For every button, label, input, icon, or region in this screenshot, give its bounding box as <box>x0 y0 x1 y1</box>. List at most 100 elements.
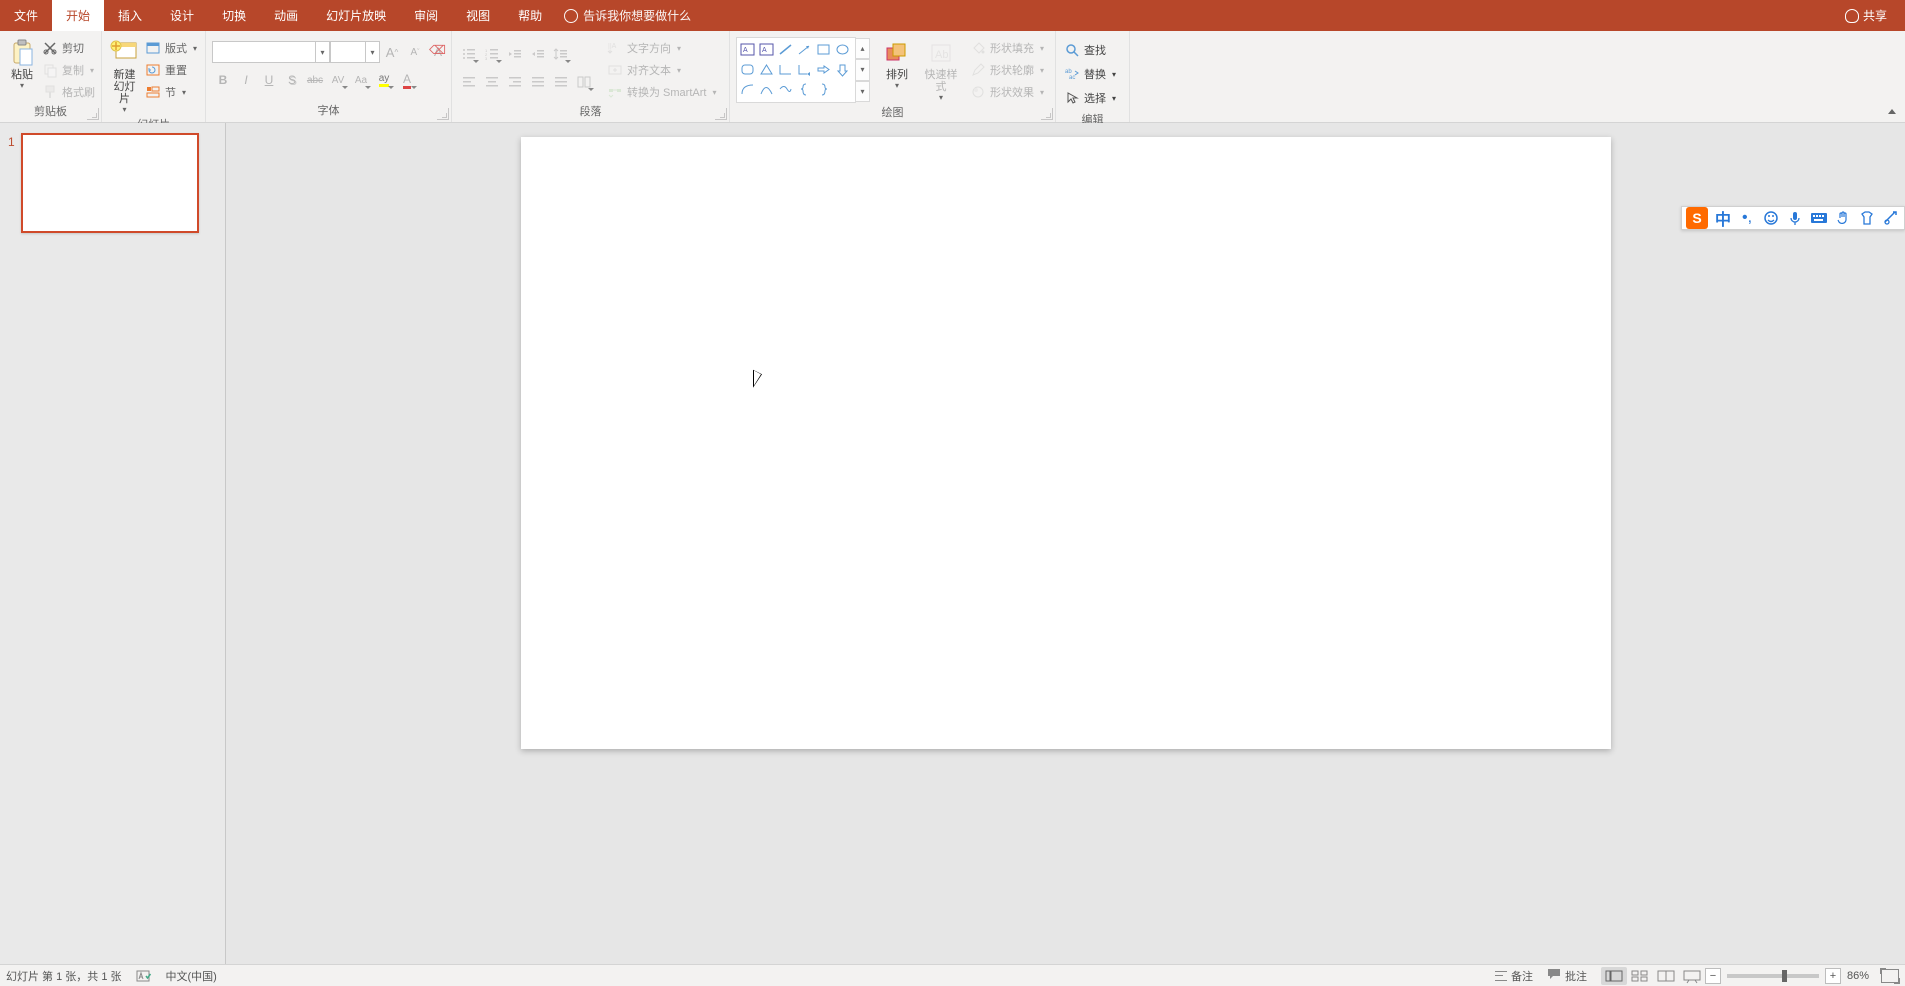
shape-rectangle-icon[interactable] <box>814 39 833 59</box>
bold-button[interactable]: B <box>212 69 234 91</box>
new-slide-button[interactable]: 新建 幻灯片 ▾ <box>108 37 141 116</box>
notes-button[interactable]: 备注 <box>1495 968 1533 984</box>
shape-arrowline-icon[interactable] <box>795 39 814 59</box>
bullets-button[interactable] <box>458 43 480 65</box>
strikethrough-button[interactable]: abc <box>304 69 326 91</box>
tab-review[interactable]: 审阅 <box>400 0 452 31</box>
normal-view-button[interactable] <box>1601 967 1627 985</box>
shape-fill-button[interactable]: 形状填充▾ <box>968 37 1046 59</box>
slide-thumbnail-pane[interactable]: 1 <box>0 123 226 964</box>
shape-effects-button[interactable]: 形状效果▾ <box>968 81 1046 103</box>
convert-smartart-button[interactable]: 转换为 SmartArt▾ <box>605 81 718 103</box>
select-button[interactable]: 选择▾ <box>1062 87 1118 109</box>
text-direction-button[interactable]: ||A 文字方向▾ <box>605 37 718 59</box>
tab-view[interactable]: 视图 <box>452 0 504 31</box>
shape-arrowdown-icon[interactable] <box>833 59 852 79</box>
ime-emoji-button[interactable] <box>1762 209 1780 227</box>
paste-button[interactable]: 粘贴 ▾ <box>6 37 38 92</box>
text-shadow-button[interactable]: S <box>281 69 303 91</box>
zoom-slider[interactable] <box>1727 974 1819 978</box>
distributed-button[interactable] <box>550 71 572 93</box>
replace-button[interactable]: abac 替换▾ <box>1062 63 1118 85</box>
spellcheck-button[interactable] <box>136 969 152 983</box>
copy-button[interactable]: 复制▾ <box>40 59 97 81</box>
slide-counter[interactable]: 幻灯片 第 1 张，共 1 张 <box>6 968 122 984</box>
font-launcher[interactable] <box>437 108 449 120</box>
shape-elbow-icon[interactable] <box>776 59 795 79</box>
line-spacing-button[interactable] <box>550 43 572 65</box>
shape-textbox-icon[interactable]: A <box>738 39 757 59</box>
shape-leftbrace-icon[interactable] <box>795 79 814 99</box>
shape-curve2-icon[interactable] <box>757 79 776 99</box>
grow-font-button[interactable]: A^ <box>381 41 403 63</box>
clear-formatting-button[interactable]: A⌫ <box>427 41 449 63</box>
ime-mode-button[interactable]: 中 <box>1714 209 1732 227</box>
font-size-input[interactable] <box>330 41 366 63</box>
tab-insert[interactable]: 插入 <box>104 0 156 31</box>
reading-view-button[interactable] <box>1653 967 1679 985</box>
columns-button[interactable] <box>573 71 595 93</box>
numbering-button[interactable]: 123 <box>481 43 503 65</box>
zoom-out-button[interactable]: − <box>1705 968 1721 984</box>
underline-button[interactable]: U <box>258 69 280 91</box>
gallery-scroll-up[interactable]: ▴ <box>856 38 870 59</box>
reset-button[interactable]: 重置 <box>143 59 199 81</box>
font-size-dropdown[interactable]: ▾ <box>366 41 380 63</box>
ime-keyboard-button[interactable] <box>1810 209 1828 227</box>
shape-roundrect-icon[interactable] <box>738 59 757 79</box>
shapes-gallery[interactable]: A A ▴ ▾ ▾ <box>736 37 856 103</box>
gallery-scroll-down[interactable]: ▾ <box>856 59 870 80</box>
comments-button[interactable]: 批注 <box>1547 968 1587 984</box>
slide-thumbnail-1[interactable] <box>21 133 199 233</box>
ime-punct-button[interactable]: •, <box>1738 209 1756 227</box>
shape-vtextbox-icon[interactable]: A <box>757 39 776 59</box>
find-button[interactable]: 查找 <box>1062 39 1108 61</box>
cut-button[interactable]: 剪切 <box>40 37 97 59</box>
arrange-button[interactable]: 排列 ▾ <box>876 37 918 92</box>
font-color-button[interactable]: A <box>396 69 418 91</box>
decrease-indent-button[interactable] <box>504 43 526 65</box>
shape-arc-icon[interactable] <box>738 79 757 99</box>
ime-hand-button[interactable] <box>1834 209 1852 227</box>
shape-oval-icon[interactable] <box>833 39 852 59</box>
shape-rightbrace-icon[interactable] <box>814 79 833 99</box>
shape-outline-button[interactable]: 形状轮廓▾ <box>968 59 1046 81</box>
slide-canvas[interactable] <box>521 137 1611 749</box>
highlight-color-button[interactable]: ay <box>373 69 395 91</box>
align-text-button[interactable]: 对齐文本▾ <box>605 59 718 81</box>
collapse-ribbon-button[interactable] <box>1885 104 1899 118</box>
shape-curve3-icon[interactable] <box>776 79 795 99</box>
gallery-expand[interactable]: ▾ <box>856 81 870 102</box>
tab-transitions[interactable]: 切换 <box>208 0 260 31</box>
slide-canvas-area[interactable] <box>226 123 1905 964</box>
ime-settings-button[interactable] <box>1882 209 1900 227</box>
paragraph-launcher[interactable] <box>715 108 727 120</box>
shape-line-icon[interactable] <box>776 39 795 59</box>
tab-slideshow[interactable]: 幻灯片放映 <box>312 0 400 31</box>
align-left-button[interactable] <box>458 71 480 93</box>
char-spacing-button[interactable]: AV <box>327 69 349 91</box>
italic-button[interactable]: I <box>235 69 257 91</box>
language-indicator[interactable]: 中文(中国) <box>166 968 217 984</box>
section-button[interactable]: 节▾ <box>143 81 199 103</box>
tab-home[interactable]: 开始 <box>52 0 104 31</box>
zoom-in-button[interactable]: + <box>1825 968 1841 984</box>
shape-triangle-icon[interactable] <box>757 59 776 79</box>
align-center-button[interactable] <box>481 71 503 93</box>
tab-file[interactable]: 文件 <box>0 0 52 31</box>
tab-animations[interactable]: 动画 <box>260 0 312 31</box>
font-name-input[interactable] <box>212 41 316 63</box>
format-painter-button[interactable]: 格式刷 <box>40 81 97 103</box>
change-case-button[interactable]: Aa <box>350 69 372 91</box>
shrink-font-button[interactable]: Aˇ <box>404 41 426 63</box>
drawing-launcher[interactable] <box>1041 108 1053 120</box>
clipboard-launcher[interactable] <box>87 108 99 120</box>
zoom-level[interactable]: 86% <box>1847 970 1869 982</box>
tab-help[interactable]: 帮助 <box>504 0 556 31</box>
fit-to-window-button[interactable] <box>1881 969 1899 983</box>
shape-arrowright-icon[interactable] <box>814 59 833 79</box>
ime-skin-button[interactable] <box>1858 209 1876 227</box>
slideshow-view-button[interactable] <box>1679 967 1705 985</box>
quick-styles-button[interactable]: Ab 快速样式 ▾ <box>920 37 962 104</box>
shape-elbowarrow-icon[interactable] <box>795 59 814 79</box>
